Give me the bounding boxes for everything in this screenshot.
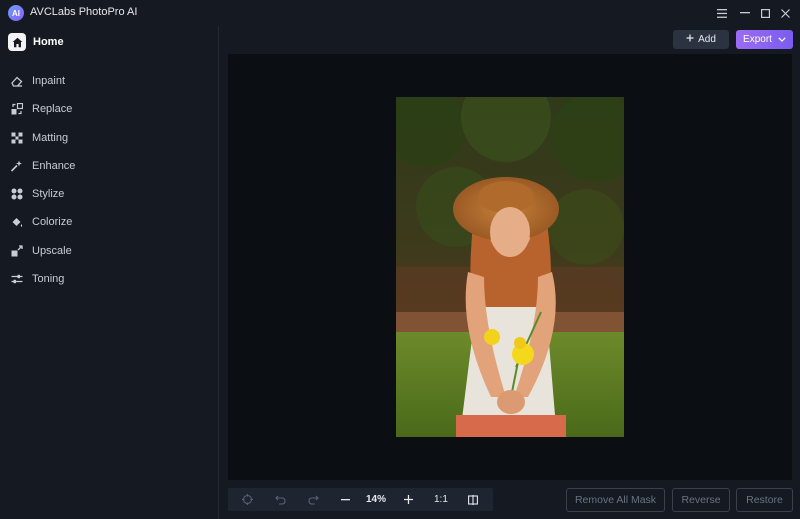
sidebar-item-replace[interactable]: Replace (11, 101, 72, 117)
redo-icon[interactable] (304, 492, 322, 507)
sidebar-item-label: Toning (32, 273, 65, 285)
export-button[interactable]: Export (736, 30, 793, 49)
replace-icon (11, 103, 23, 115)
sidebar-item-toning[interactable]: Toning (11, 271, 64, 287)
sidebar-item-label: Matting (32, 132, 69, 144)
undo-icon[interactable] (271, 492, 289, 507)
upscale-icon (11, 245, 23, 257)
sidebar-item-label: Inpaint (32, 75, 66, 87)
eraser-icon (11, 75, 23, 87)
sidebar-item-label: Stylize (32, 188, 65, 200)
sidebar-item-matting[interactable]: Matting (11, 130, 68, 146)
add-button[interactable]: Add (673, 30, 729, 49)
sidebar-item-label: Replace (32, 103, 73, 115)
chevron-down-icon (778, 34, 786, 45)
matting-icon (11, 132, 23, 144)
image-canvas[interactable] (228, 54, 792, 480)
photo-preview (396, 97, 624, 437)
enhance-icon (11, 160, 23, 172)
compare-icon[interactable] (464, 492, 482, 507)
app-logo-text: AI (12, 8, 20, 18)
toning-icon (11, 273, 23, 285)
colorize-icon (11, 216, 23, 228)
reset-icon[interactable] (238, 492, 256, 507)
sidebar-item-label: Enhance (32, 160, 76, 172)
sidebar-item-label: Home (33, 36, 64, 48)
home-icon (8, 33, 26, 51)
plus-icon (686, 34, 694, 45)
stylize-icon (11, 188, 23, 200)
sidebar-item-upscale[interactable]: Upscale (11, 243, 72, 259)
sidebar-item-home[interactable]: Home (8, 33, 64, 51)
export-button-label: Export (743, 34, 772, 45)
canvas-toolbar: 14% 1:1 (228, 488, 493, 511)
add-button-label: Add (698, 34, 716, 45)
title-bar: AI AVCLabs PhotoPro AI (0, 0, 800, 26)
sidebar: Home Inpaint Replace Matting Enhance Sty… (0, 26, 219, 519)
maximize-icon[interactable] (756, 4, 774, 22)
sidebar-item-label: Colorize (32, 216, 73, 228)
sidebar-item-colorize[interactable]: Colorize (11, 214, 72, 230)
zoom-in-icon[interactable] (399, 492, 417, 507)
app-logo: AI (8, 5, 24, 21)
app-title: AVCLabs PhotoPro AI (30, 6, 138, 18)
hamburger-icon[interactable] (713, 4, 731, 22)
sidebar-item-stylize[interactable]: Stylize (11, 186, 64, 202)
actual-size-button[interactable]: 1:1 (434, 494, 448, 505)
zoom-level: 14% (366, 494, 387, 505)
sidebar-item-inpaint[interactable]: Inpaint (11, 73, 65, 89)
reverse-button[interactable]: Reverse (672, 488, 730, 512)
sidebar-item-label: Upscale (32, 245, 72, 257)
sidebar-item-enhance[interactable]: Enhance (11, 158, 75, 174)
minimize-icon[interactable] (736, 4, 754, 22)
remove-all-mask-button[interactable]: Remove All Mask (566, 488, 665, 512)
zoom-out-icon[interactable] (336, 492, 354, 507)
close-icon[interactable] (776, 4, 794, 22)
restore-button[interactable]: Restore (736, 488, 793, 512)
